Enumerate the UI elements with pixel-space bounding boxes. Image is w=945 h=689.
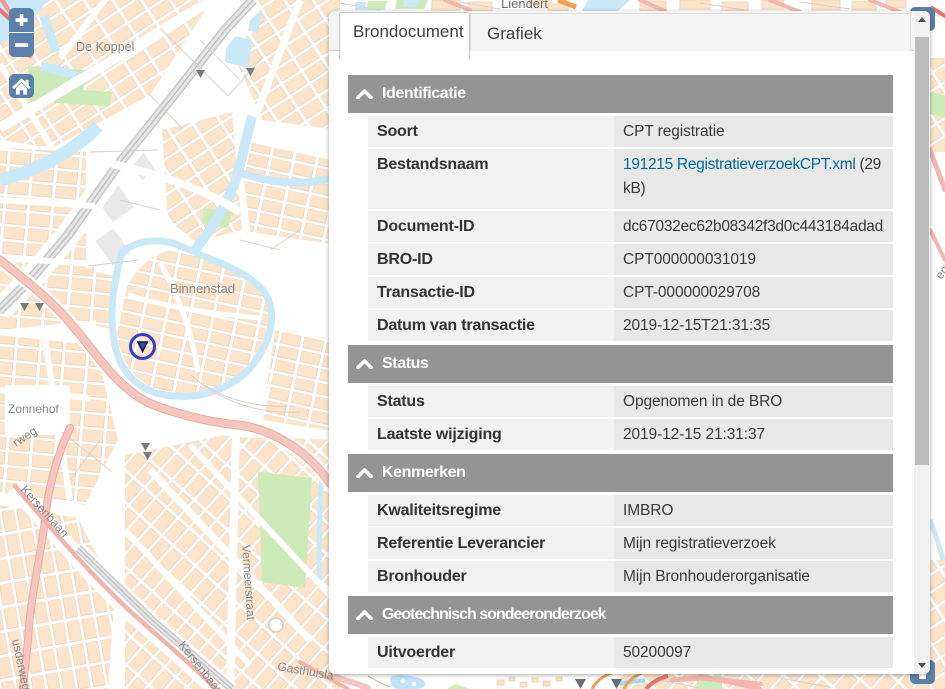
svg-text:Zonnehof: Zonnehof [8,402,59,416]
svg-text:Liendert: Liendert [501,0,548,11]
svg-text:De Koppel: De Koppel [76,40,134,54]
svg-text:Binnenstad: Binnenstad [170,281,235,296]
